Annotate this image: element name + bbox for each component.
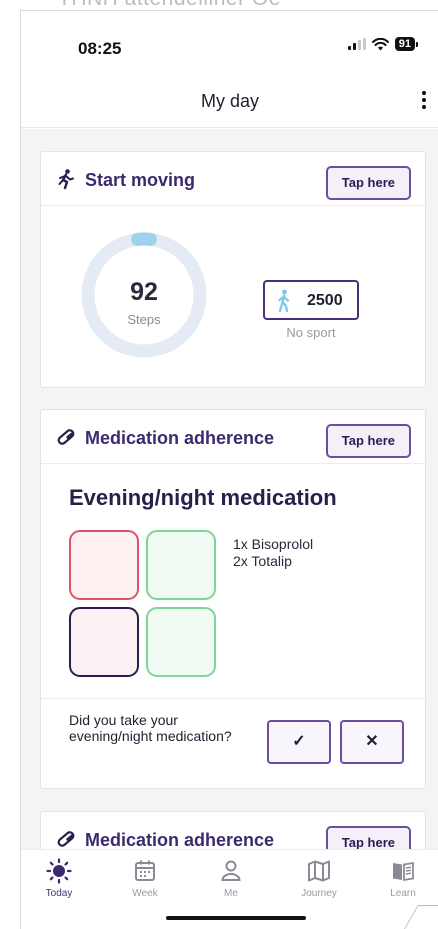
steps-label: Steps: [127, 312, 161, 327]
wifi-icon: [371, 37, 389, 50]
medication-adherence-card-2: Medication adherence Tap here: [40, 811, 426, 849]
pill-slot-taken-red: [69, 530, 139, 600]
person-icon: [221, 860, 241, 881]
status-bar: 08:25 91: [21, 11, 438, 73]
status-icons: 91: [347, 37, 419, 51]
tab-today[interactable]: Today: [29, 858, 89, 899]
card-header: Medication adherence Tap here: [41, 812, 425, 849]
medication-adherence-card: Medication adherence Tap here Evening/ni…: [40, 409, 427, 789]
book-icon: [393, 861, 414, 882]
pill-icon: [57, 831, 75, 847]
card-title: Start moving: [85, 170, 196, 190]
tab-label: Journey: [301, 888, 337, 899]
pill-slot-green: [146, 607, 216, 677]
medication-list: 1x Bisoprolol 2x Totalip: [233, 536, 313, 570]
calendar-icon: [135, 860, 155, 881]
tab-learn[interactable]: Learn: [373, 858, 433, 899]
confirm-taken-button[interactable]: ✓: [267, 720, 331, 764]
sun-icon: [46, 858, 72, 884]
battery-icon: 91: [394, 37, 419, 51]
clipped-background-text: THNH attendelliner Oe: [58, 0, 438, 9]
start-moving-tap-button[interactable]: Tap here: [325, 166, 411, 200]
card-title: Medication adherence: [85, 830, 275, 849]
signal-icon: [347, 38, 366, 50]
medication-item: 1x Bisoprolol: [233, 536, 314, 552]
status-time: 08:25: [78, 39, 122, 58]
step-goal-value: 2500: [307, 292, 343, 309]
tab-label: Me: [224, 888, 238, 899]
tab-label: Week: [132, 888, 158, 899]
main-content[interactable]: Start moving Tap here 92 Steps 2500 No s…: [21, 129, 438, 849]
running-icon: [58, 169, 74, 190]
step-goal-box[interactable]: 2500: [263, 280, 359, 320]
tab-week[interactable]: Week: [115, 858, 175, 899]
card-header: Start moving Tap here: [41, 152, 425, 206]
tab-label: Today: [45, 888, 73, 899]
page-title: My day: [200, 91, 260, 111]
medication-item: 2x Totalip: [233, 553, 292, 569]
medication-question: Did you take your evening/night medicati…: [69, 712, 232, 744]
tab-label: Learn: [390, 888, 416, 899]
phone-screen: 08:25 91 My day Start moving Tap here 92…: [20, 10, 438, 929]
walking-icon: [278, 289, 290, 313]
decline-taken-button[interactable]: ✕: [340, 720, 404, 764]
step-goal-label: No sport: [286, 325, 336, 340]
steps-value: 92: [130, 278, 158, 306]
tab-journey[interactable]: Journey: [289, 858, 349, 899]
medication-tap-button[interactable]: Tap here: [325, 424, 411, 458]
bottom-tab-bar: Today Week Me Journey Learn: [21, 849, 438, 929]
tab-me[interactable]: Me: [201, 858, 261, 899]
card-title: Medication adherence: [85, 428, 275, 448]
home-indicator[interactable]: [166, 916, 306, 920]
app-header: My day: [21, 73, 438, 128]
pill-icon: [57, 429, 75, 445]
card-header: Medication adherence Tap here: [41, 410, 425, 464]
medication-2-tap-button[interactable]: Tap here: [325, 826, 411, 849]
start-moving-card: Start moving Tap here 92 Steps 2500 No s…: [40, 151, 426, 388]
medication-heading: Evening/night medication: [69, 485, 337, 510]
map-icon: [308, 860, 330, 882]
pill-slot-selected: [69, 607, 139, 677]
more-menu-icon[interactable]: [417, 87, 431, 113]
pill-slot-green: [146, 530, 216, 600]
divider: [41, 698, 427, 699]
